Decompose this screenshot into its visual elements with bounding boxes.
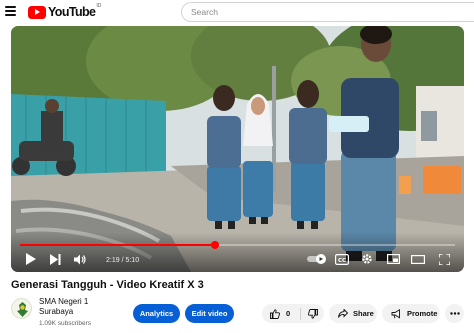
video-player[interactable]: 2:19 / 5:10 CC <box>11 26 464 272</box>
share-icon <box>338 309 348 318</box>
search-input[interactable]: Search <box>181 2 474 22</box>
volume-icon <box>74 254 86 264</box>
subscriber-count: 1.09K subscribers <box>39 320 92 327</box>
miniplayer-icon <box>386 254 400 264</box>
promote-label: Promote <box>407 309 438 318</box>
like-count: 0 <box>286 309 291 318</box>
more-actions-button[interactable] <box>445 304 464 323</box>
time-display: 2:19 / 5:10 <box>106 257 140 264</box>
share-button[interactable]: Share <box>329 304 377 323</box>
youtube-logo[interactable]: YouTube ID <box>28 3 102 20</box>
captions-icon: CC <box>334 253 349 265</box>
play-button[interactable] <box>23 252 37 266</box>
mute-button[interactable] <box>73 252 87 266</box>
school-logo-icon <box>17 302 28 317</box>
next-icon <box>49 253 60 265</box>
thumbs-up-icon <box>270 308 280 319</box>
miniplayer-button[interactable] <box>386 252 400 266</box>
theater-icon <box>411 254 425 264</box>
edit-video-button[interactable]: Edit video <box>185 304 234 323</box>
progress-bar[interactable] <box>20 241 455 249</box>
thumbs-down-icon <box>307 308 318 319</box>
top-bar: YouTube ID Search <box>0 0 474 24</box>
analytics-button[interactable]: Analytics <box>133 304 180 323</box>
dislike-button[interactable] <box>301 308 324 319</box>
autoplay-toggle-icon <box>307 254 326 264</box>
promote-icon <box>391 308 400 318</box>
theater-mode-button[interactable] <box>411 252 425 266</box>
youtube-play-logo-icon <box>28 5 46 19</box>
progress-scrubber[interactable] <box>210 241 219 249</box>
share-label: Share <box>353 309 374 318</box>
menu-icon[interactable] <box>4 4 18 18</box>
promote-button[interactable]: Promote <box>382 304 440 323</box>
settings-icon <box>362 254 372 264</box>
captions-button[interactable]: CC <box>334 252 349 266</box>
logo-country-code: ID <box>96 3 102 9</box>
channel-name[interactable]: SMA Negeri 1 Surabaya <box>39 297 109 317</box>
next-button[interactable] <box>48 252 62 266</box>
like-button[interactable]: 0 <box>262 308 300 319</box>
play-icon <box>25 253 36 265</box>
video-title: Generasi Tangguh - Video Kreatif X 3 <box>11 279 204 291</box>
autoplay-toggle[interactable] <box>307 252 327 266</box>
logo-text: YouTube <box>48 5 96 19</box>
fullscreen-icon <box>438 253 450 265</box>
settings-button[interactable] <box>360 252 374 266</box>
fullscreen-button[interactable] <box>437 252 451 266</box>
more-horizontal-icon <box>449 312 460 315</box>
svg-text:CC: CC <box>337 257 345 263</box>
channel-avatar[interactable] <box>11 298 32 319</box>
progress-played <box>20 244 215 246</box>
like-dislike-group: 0 <box>262 304 324 323</box>
